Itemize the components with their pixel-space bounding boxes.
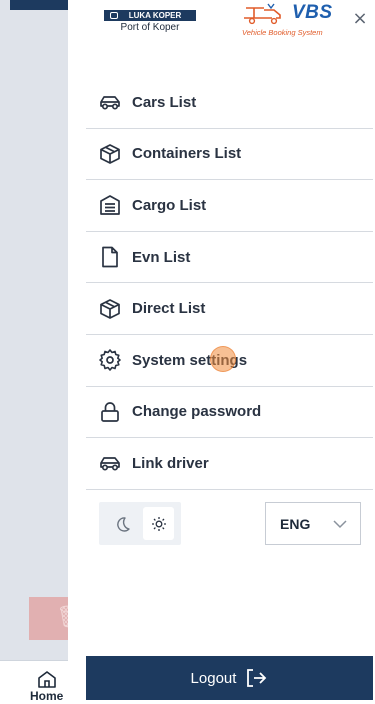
- container-icon: [100, 298, 120, 319]
- container-icon: [100, 144, 120, 164]
- port-badge: LUKA KOPER: [104, 10, 196, 21]
- logout-button[interactable]: Logout: [86, 656, 373, 700]
- chevron-down-icon: [333, 520, 347, 529]
- theme-toggle: [99, 502, 181, 545]
- car-icon: [100, 96, 120, 110]
- port-of-koper-logo: LUKA KOPER Port of Koper: [104, 10, 196, 33]
- logout-label: Logout: [190, 669, 237, 687]
- menu-item-change-password[interactable]: Change password: [86, 387, 373, 439]
- menu-item-cargo-list[interactable]: Cargo List: [86, 180, 373, 232]
- lock-icon: [101, 402, 119, 422]
- vbs-subtitle: Vehicle Booking System: [242, 28, 323, 37]
- language-value: ENG: [280, 516, 311, 532]
- drawer-menu: Cars List Containers List Cargo List Evn…: [86, 77, 373, 490]
- moon-icon[interactable]: [113, 514, 133, 534]
- menu-item-label: Cars List: [132, 93, 197, 111]
- vbs-title: VBS: [292, 2, 333, 23]
- menu-item-label: Link driver: [132, 454, 209, 472]
- menu-item-label: Evn List: [132, 248, 191, 266]
- cargo-icon: [100, 195, 120, 216]
- truck-icon: [244, 3, 281, 25]
- menu-item-cars-list[interactable]: Cars List: [86, 77, 373, 129]
- menu-item-label: Containers List: [132, 145, 242, 163]
- port-logo-mark: [110, 12, 118, 19]
- menu-item-direct-list[interactable]: Direct List: [86, 283, 373, 335]
- menu-item-containers-list[interactable]: Containers List: [86, 129, 373, 181]
- menu-item-evn-list[interactable]: Evn List: [86, 232, 373, 284]
- menu-item-label: Direct List: [132, 300, 206, 318]
- menu-item-link-driver[interactable]: Link driver: [86, 438, 373, 490]
- background-header-bar: [10, 0, 68, 10]
- light-theme-button[interactable]: [143, 507, 174, 540]
- home-icon[interactable]: [36, 670, 58, 688]
- gear-icon: [99, 349, 121, 372]
- car-icon: [100, 457, 120, 472]
- home-label[interactable]: Home: [30, 689, 63, 703]
- background-delete-card: 🗑: [29, 597, 84, 640]
- port-badge-text: LUKA KOPER: [128, 11, 182, 20]
- touch-indicator: [210, 346, 236, 372]
- language-select[interactable]: ENG: [265, 502, 361, 545]
- menu-item-label: Cargo List: [132, 196, 207, 214]
- menu-item-label: Change password: [132, 403, 262, 421]
- sun-icon: [151, 516, 166, 531]
- document-icon: [102, 246, 118, 268]
- logout-icon: [247, 669, 267, 687]
- close-icon[interactable]: ×: [348, 8, 372, 32]
- port-subtitle: Port of Koper: [120, 22, 180, 33]
